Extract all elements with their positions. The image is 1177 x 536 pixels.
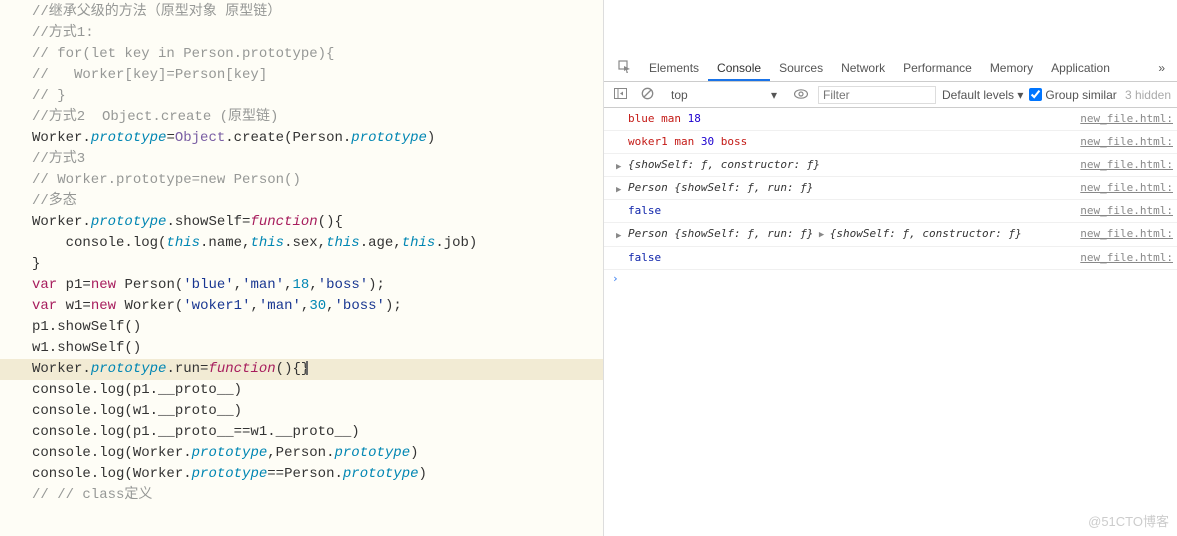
console-log-row: falsenew_file.html:: [604, 247, 1177, 270]
code-line: // for(let key in Person.prototype){: [0, 44, 603, 65]
code-line: console.log(Worker.prototype==Person.pro…: [0, 464, 603, 485]
tab-elements[interactable]: Elements: [640, 55, 708, 81]
code-line: //方式1:: [0, 23, 603, 44]
log-source-link[interactable]: new_file.html:: [1080, 133, 1177, 151]
log-source-link[interactable]: new_file.html:: [1080, 179, 1177, 197]
tab-memory[interactable]: Memory: [981, 55, 1042, 81]
console-log-row: ▶ {showSelf: ƒ, constructor: ƒ}new_file.h…: [604, 154, 1177, 177]
text-cursor: [306, 361, 308, 375]
group-similar-checkbox[interactable]: [1029, 88, 1042, 101]
code-line: console.log(Worker.prototype,Person.prot…: [0, 443, 603, 464]
log-levels-selector[interactable]: Default levels ▾: [942, 88, 1023, 102]
watermark: @51CTO博客: [1088, 511, 1169, 530]
log-source-link[interactable]: new_file.html:: [1080, 225, 1177, 244]
tab-sources[interactable]: Sources: [770, 55, 832, 81]
code-editor[interactable]: //继承父级的方法（原型对象 原型链） //方式1: // for(let ke…: [0, 0, 604, 536]
code-line-current: Worker.prototype.run=function(){}: [0, 359, 603, 380]
clear-console-icon[interactable]: [637, 87, 658, 103]
devtools-panel: Elements Console Sources Network Perform…: [604, 0, 1177, 536]
live-expression-icon[interactable]: [790, 88, 812, 102]
code-line: }: [0, 254, 603, 275]
expand-icon[interactable]: ▶: [616, 158, 621, 176]
code-line: // }: [0, 86, 603, 107]
code-line: var p1=new Person('blue','man',18,'boss'…: [0, 275, 603, 296]
expand-icon[interactable]: ▶: [616, 181, 621, 199]
code-line: //方式3: [0, 149, 603, 170]
code-line: console.log(p1.__proto__): [0, 380, 603, 401]
code-line: //方式2 Object.create (原型链): [0, 107, 603, 128]
log-message: false: [628, 202, 1080, 220]
log-message: Person {showSelf: ƒ, run: ƒ}: [628, 179, 1080, 197]
filter-input[interactable]: [818, 86, 936, 104]
tab-performance[interactable]: Performance: [894, 55, 981, 81]
devtools-filterbar: top▾ Default levels ▾ Group similar 3 hi…: [604, 82, 1177, 108]
log-message: Person {showSelf: ƒ, run: ƒ} ▶ {showSelf…: [628, 225, 1080, 244]
console-log-row: falsenew_file.html:: [604, 200, 1177, 223]
log-source-link[interactable]: new_file.html:: [1080, 110, 1177, 128]
console-prompt[interactable]: ›: [604, 270, 1177, 287]
code-line: var w1=new Worker('woker1','man',30,'bos…: [0, 296, 603, 317]
log-message: blue man 18: [628, 110, 1080, 128]
console-log-row: ▶ Person {showSelf: ƒ, run: ƒ} ▶ {showSel…: [604, 223, 1177, 247]
tab-console[interactable]: Console: [708, 55, 770, 81]
code-line: console.log(this.name,this.sex,this.age,…: [0, 233, 603, 254]
execution-context-selector[interactable]: top▾: [664, 86, 784, 104]
group-similar-toggle[interactable]: Group similar: [1029, 88, 1116, 102]
code-line: // Worker[key]=Person[key]: [0, 65, 603, 86]
log-message: {showSelf: ƒ, constructor: ƒ}: [628, 156, 1080, 174]
chevron-down-icon: ▾: [771, 88, 777, 102]
code-line: //继承父级的方法（原型对象 原型链）: [0, 2, 603, 23]
devtools-blank-area: [604, 0, 1177, 55]
log-message: woker1 man 30 boss: [628, 133, 1080, 151]
inspect-icon[interactable]: [610, 60, 640, 77]
code-line: // Worker.prototype=new Person(): [0, 170, 603, 191]
console-sidebar-toggle-icon[interactable]: [610, 88, 631, 102]
log-message: false: [628, 249, 1080, 267]
log-source-link[interactable]: new_file.html:: [1080, 202, 1177, 220]
devtools-tabbar: Elements Console Sources Network Perform…: [604, 55, 1177, 82]
expand-icon[interactable]: ▶: [616, 227, 621, 245]
code-line: Worker.prototype.showSelf=function(){: [0, 212, 603, 233]
code-line: console.log(w1.__proto__): [0, 401, 603, 422]
console-log-row: blue man 18new_file.html:: [604, 108, 1177, 131]
console-output[interactable]: blue man 18new_file.html:woker1 man 30 b…: [604, 108, 1177, 536]
hidden-messages-count: 3 hidden: [1125, 88, 1171, 102]
tab-application[interactable]: Application: [1042, 55, 1119, 81]
code-line: // // class定义: [0, 485, 603, 506]
code-line: Worker.prototype=Object.create(Person.pr…: [0, 128, 603, 149]
code-line: console.log(p1.__proto__==w1.__proto__): [0, 422, 603, 443]
console-log-row: woker1 man 30 bossnew_file.html:: [604, 131, 1177, 154]
log-source-link[interactable]: new_file.html:: [1080, 156, 1177, 174]
code-line: w1.showSelf(): [0, 338, 603, 359]
log-source-link[interactable]: new_file.html:: [1080, 249, 1177, 267]
code-line: //多态: [0, 191, 603, 212]
more-tabs-icon[interactable]: »: [1150, 61, 1173, 75]
code-line: p1.showSelf(): [0, 317, 603, 338]
console-log-row: ▶ Person {showSelf: ƒ, run: ƒ}new_file.ht…: [604, 177, 1177, 200]
tab-network[interactable]: Network: [832, 55, 894, 81]
